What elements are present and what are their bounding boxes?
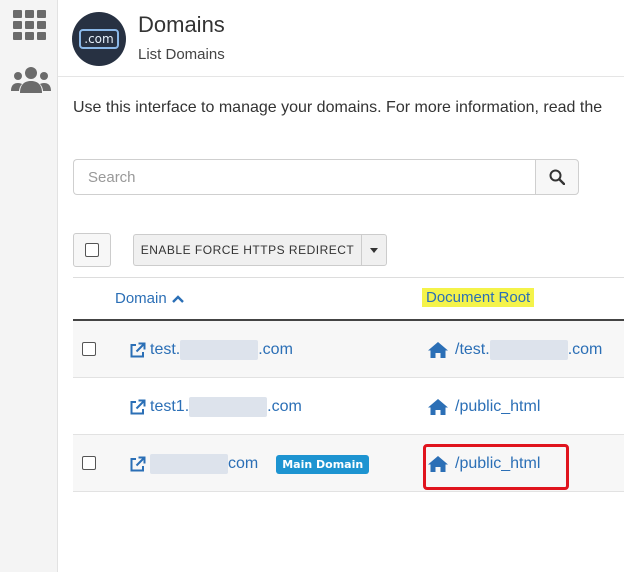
dotcom-icon-label: .com bbox=[79, 29, 119, 49]
home-icon bbox=[428, 342, 448, 358]
header-divider bbox=[58, 76, 624, 77]
redacted-document-root bbox=[489, 340, 568, 360]
redacted-domain bbox=[180, 340, 259, 360]
home-icon bbox=[428, 399, 448, 415]
page-title: Domains bbox=[138, 12, 225, 37]
redacted-domain bbox=[150, 454, 228, 474]
select-all-checkbox-wrapper[interactable] bbox=[73, 233, 111, 267]
sort-ascending-icon bbox=[171, 294, 184, 303]
column-header-domain-label: Domain bbox=[115, 290, 167, 307]
search-input[interactable] bbox=[73, 159, 535, 195]
grid-icon[interactable] bbox=[13, 10, 47, 40]
search-icon bbox=[549, 169, 565, 185]
external-link-icon bbox=[130, 456, 146, 471]
intro-text: Use this interface to manage your domain… bbox=[73, 99, 603, 116]
column-header-domain[interactable]: Domain bbox=[115, 290, 185, 307]
select-all-checkbox[interactable] bbox=[85, 243, 99, 257]
domain-suffix: .com bbox=[258, 341, 293, 358]
row-checkbox[interactable] bbox=[82, 456, 96, 470]
enable-force-https-button[interactable]: ENABLE FORCE HTTPS REDIRECT bbox=[133, 234, 361, 266]
domain-suffix: com bbox=[228, 455, 259, 472]
domain-suffix: .com bbox=[267, 398, 302, 415]
document-root-prefix: /test. bbox=[455, 341, 490, 358]
table-row: test. .com /test. .com bbox=[73, 321, 624, 378]
domain-prefix: test1. bbox=[150, 398, 190, 415]
document-root-link[interactable]: /test. .com bbox=[427, 339, 602, 361]
table-row: test1. .com /public_html bbox=[73, 378, 624, 435]
domain-link[interactable]: test1. .com bbox=[129, 396, 302, 418]
caret-down-icon bbox=[370, 247, 378, 253]
document-root-suffix: .com bbox=[567, 341, 603, 358]
redacted-domain bbox=[189, 397, 268, 417]
column-header-document-root[interactable]: Document Root bbox=[422, 288, 535, 307]
left-rail bbox=[0, 0, 58, 572]
table-top-divider bbox=[73, 277, 624, 278]
domain-link[interactable]: com Main Domain bbox=[129, 453, 370, 475]
row-checkbox[interactable] bbox=[82, 342, 96, 356]
search-button[interactable] bbox=[535, 159, 579, 195]
users-icon[interactable] bbox=[11, 66, 51, 94]
document-root-link[interactable]: /public_html bbox=[427, 396, 540, 418]
external-link-icon bbox=[130, 342, 146, 357]
domains-app-icon: .com bbox=[72, 12, 126, 66]
main-domain-badge: Main Domain bbox=[276, 454, 370, 474]
document-root-path: /public_html bbox=[455, 398, 541, 415]
page-subtitle: List Domains bbox=[138, 46, 225, 63]
domain-link[interactable]: test. .com bbox=[129, 339, 293, 361]
domain-prefix: test. bbox=[150, 341, 181, 358]
annotation-highlight-box bbox=[423, 444, 569, 490]
external-link-icon bbox=[130, 399, 146, 414]
bulk-actions-dropdown[interactable] bbox=[361, 234, 387, 266]
